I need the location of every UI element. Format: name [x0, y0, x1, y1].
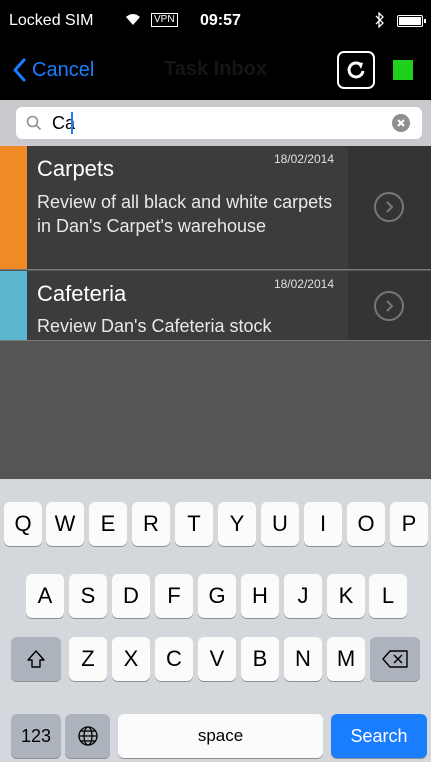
- globe-key[interactable]: [65, 714, 110, 758]
- key-x[interactable]: X: [112, 637, 150, 681]
- key-p[interactable]: P: [390, 502, 428, 546]
- key-s[interactable]: S: [69, 574, 107, 618]
- task-color-stripe: [0, 146, 27, 269]
- key-b[interactable]: B: [241, 637, 279, 681]
- key-v[interactable]: V: [198, 637, 236, 681]
- key-a[interactable]: A: [26, 574, 64, 618]
- disclosure-chevron-icon[interactable]: [374, 291, 404, 321]
- nav-bar: Cancel Task Inbox: [0, 40, 431, 100]
- key-m[interactable]: M: [327, 637, 365, 681]
- key-t[interactable]: T: [175, 502, 213, 546]
- key-f[interactable]: F: [155, 574, 193, 618]
- task-description: Review of all black and white carpets in…: [37, 192, 333, 236]
- key-j[interactable]: J: [284, 574, 322, 618]
- bluetooth-icon: [375, 12, 384, 28]
- battery-icon: [397, 15, 426, 27]
- shift-key[interactable]: [11, 637, 61, 681]
- key-u[interactable]: U: [261, 502, 299, 546]
- carrier-label: Locked SIM: [9, 12, 94, 29]
- task-date: 18/02/2014: [273, 152, 334, 166]
- key-g[interactable]: G: [198, 574, 236, 618]
- task-list: Carpets 18/02/2014 Review of all black a…: [0, 146, 431, 479]
- search-key[interactable]: Search: [331, 714, 427, 758]
- search-icon: [26, 115, 42, 131]
- key-l[interactable]: L: [369, 574, 407, 618]
- status-time: 09:57: [200, 12, 241, 29]
- backspace-key[interactable]: [370, 637, 420, 681]
- search-input[interactable]: Ca: [16, 107, 422, 139]
- shift-icon: [27, 650, 45, 668]
- status-bar: Locked SIM VPN 09:57: [0, 0, 431, 40]
- key-e[interactable]: E: [89, 502, 127, 546]
- task-title: Carpets: [37, 156, 115, 181]
- space-key[interactable]: space: [118, 714, 323, 758]
- task-date: 18/02/2014: [273, 277, 334, 291]
- key-n[interactable]: N: [284, 637, 322, 681]
- key-o[interactable]: O: [347, 502, 385, 546]
- text-caret: [71, 112, 73, 134]
- key-q[interactable]: Q: [4, 502, 42, 546]
- globe-icon: [77, 726, 98, 746]
- key-c[interactable]: C: [155, 637, 193, 681]
- key-h[interactable]: H: [241, 574, 279, 618]
- backspace-icon: [382, 650, 408, 668]
- task-color-stripe: [0, 271, 27, 340]
- vpn-badge: VPN: [151, 13, 178, 27]
- key-k[interactable]: K: [327, 574, 365, 618]
- disclosure-chevron-icon[interactable]: [374, 192, 404, 222]
- key-y[interactable]: Y: [218, 502, 256, 546]
- numbers-key[interactable]: 123: [11, 714, 61, 758]
- search-bar: Ca: [0, 100, 431, 146]
- refresh-button[interactable]: [337, 51, 375, 89]
- task-row[interactable]: Carpets 18/02/2014 Review of all black a…: [0, 146, 431, 270]
- key-w[interactable]: W: [46, 502, 84, 546]
- sync-status-indicator: [393, 60, 413, 80]
- keyboard: Q W E R T Y U I O P A S D F G H J K L Z …: [0, 479, 431, 762]
- task-description: Review Dan's Cafeteria stock: [37, 316, 272, 336]
- task-row[interactable]: Cafeteria 18/02/2014 Review Dan's Cafete…: [0, 271, 431, 341]
- key-i[interactable]: I: [304, 502, 342, 546]
- clear-search-icon[interactable]: [392, 114, 410, 132]
- key-d[interactable]: D: [112, 574, 150, 618]
- task-title: Cafeteria: [37, 281, 127, 306]
- key-z[interactable]: Z: [69, 637, 107, 681]
- refresh-icon: [347, 61, 365, 79]
- key-r[interactable]: R: [132, 502, 170, 546]
- wifi-icon: [126, 14, 140, 25]
